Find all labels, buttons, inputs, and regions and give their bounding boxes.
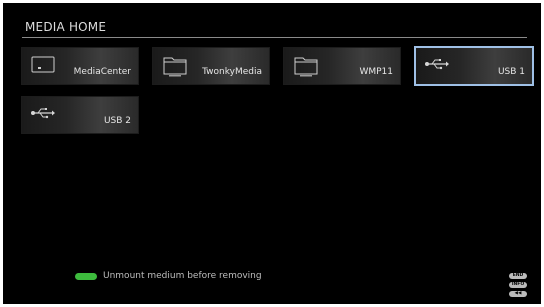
folder-icon	[292, 54, 320, 82]
usb-icon	[30, 105, 56, 124]
tile-usb-1[interactable]: USB 1	[414, 46, 534, 86]
tile-label: TwonkyMedia	[202, 67, 262, 77]
green-key-icon[interactable]	[75, 272, 97, 280]
media-home-screen: MEDIA HOME MediaCenter TwonkyMedia WMP11…	[3, 3, 541, 304]
tile-twonkymedia[interactable]: TwonkyMedia	[152, 47, 270, 85]
tile-usb-2[interactable]: USB 2	[21, 96, 139, 134]
rewind-key-icon[interactable]: ◀◀	[509, 291, 527, 297]
tile-label: USB 2	[103, 116, 131, 126]
page-title: MEDIA HOME	[25, 20, 107, 34]
tile-label: USB 1	[497, 67, 525, 77]
tile-label: WMP11	[359, 67, 393, 77]
tile-label: MediaCenter	[73, 67, 131, 77]
end-key-icon[interactable]: END	[509, 273, 527, 279]
monitor-icon	[30, 54, 56, 80]
remote-keys: END INFO ◀◀	[509, 273, 527, 300]
folder-icon	[161, 54, 189, 82]
footer-hint: Unmount medium before removing	[75, 271, 262, 281]
tile-mediacenter[interactable]: MediaCenter	[21, 47, 139, 85]
hint-text: Unmount medium before removing	[103, 271, 262, 281]
usb-icon	[424, 56, 450, 75]
tile-wmp11[interactable]: WMP11	[283, 47, 401, 85]
title-divider	[22, 37, 527, 38]
info-key-icon[interactable]: INFO	[509, 282, 527, 288]
